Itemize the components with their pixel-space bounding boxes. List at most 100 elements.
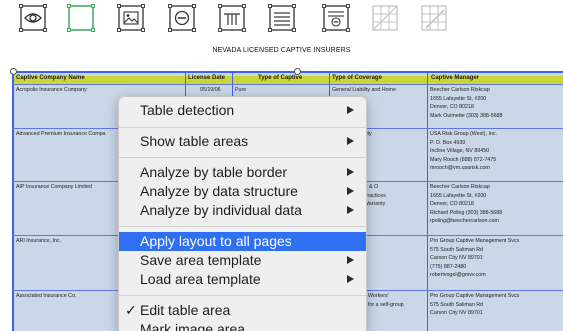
- coverage-cell: General Liability and Home: [332, 87, 396, 93]
- eye-tool-button[interactable]: [16, 1, 50, 35]
- no-entry-tool-button[interactable]: [165, 1, 199, 35]
- manager-line: Pro Group Captive Management Svcs: [430, 238, 520, 244]
- toolbar: [0, 0, 563, 36]
- manager-line: mrooch@vm.usarisk.com: [430, 165, 490, 172]
- manager-line: Richard Poling (303) 388-5688: [430, 209, 503, 216]
- menu-separator: [119, 157, 366, 158]
- manager-line: Mark Ouimette (303) 388-5688: [430, 112, 503, 119]
- manager-line: Carson City NV 89701: [430, 255, 483, 262]
- menu-item-label: Table detection: [140, 102, 235, 118]
- menu-item-analyze-by-individual-data[interactable]: Analyze by individual data: [119, 201, 366, 220]
- manager-cell: USA Risk Group (West), Inc. P. O. Box 49…: [430, 130, 497, 173]
- menu-separator: [119, 226, 366, 227]
- menu-item-save-area-template[interactable]: Save area template: [119, 251, 366, 270]
- license-date-cell: 05/19/06: [200, 87, 221, 93]
- rows-icon: [268, 4, 296, 32]
- document-title: NEVADA LICENSED CAPTIVE INSURERS: [212, 47, 351, 54]
- manager-cell: Beecher Carlson Riskcap 1655 Lafayette S…: [430, 86, 502, 120]
- menu-item-label: Show table areas: [140, 133, 249, 149]
- submenu-arrow-icon: [347, 106, 354, 114]
- menu-item-label: Apply layout to all pages: [140, 233, 292, 249]
- coverage-line: Warranty: [364, 201, 386, 208]
- manager-line: robertvogel@gmvv.com: [430, 272, 486, 279]
- manager-line: P. O. Box 4939: [430, 139, 466, 146]
- table-area-left-border: [12, 71, 14, 331]
- menu-item-apply-layout-to-all-pages[interactable]: Apply layout to all pages: [119, 232, 366, 251]
- manager-line: Beecher Carlson Riskcap: [430, 184, 490, 190]
- company-cell: ARI Insurance, Inc.: [16, 238, 62, 244]
- menu-item-load-area-template[interactable]: Load area template: [119, 270, 366, 289]
- column-header: Captive Company Name: [16, 75, 85, 81]
- submenu-arrow-icon: [347, 256, 354, 264]
- coverage-line: E & O: [364, 184, 379, 190]
- coverage-line: Workers': [368, 293, 389, 299]
- eye-icon: [19, 4, 47, 32]
- manager-line: Denver, CO 80218: [430, 104, 474, 111]
- column-header: Type of Captive: [258, 75, 303, 81]
- remove-tool-button[interactable]: [319, 1, 353, 35]
- menu-item-label: Load area template: [140, 271, 261, 287]
- menu-item-show-table-areas[interactable]: Show table areas: [119, 132, 366, 151]
- table-area-handle-top[interactable]: [294, 68, 301, 75]
- captive-type-cell: Pure: [235, 87, 247, 93]
- select-area-tool-button[interactable]: [64, 1, 98, 35]
- columns-icon: [218, 4, 246, 32]
- table-area-handle-left[interactable]: [10, 68, 17, 75]
- no-entry-icon: [168, 4, 196, 32]
- column-header: Captive Manager: [431, 75, 480, 81]
- manager-cell: Pro Group Captive Management Svcs 575 So…: [430, 237, 519, 280]
- column-header: License Date: [188, 75, 226, 81]
- menu-item-label: Analyze by table border: [140, 164, 288, 180]
- image-tool-button[interactable]: [114, 1, 148, 35]
- image-icon: [117, 4, 145, 32]
- menu-separator: [119, 127, 366, 128]
- manager-line: Denver, CO 80218: [430, 201, 474, 208]
- manager-line: 575 South Saliman Rd: [430, 246, 484, 253]
- manager-line: Mary Rooch (888) 872-7475: [430, 156, 497, 163]
- menu-item-edit-table-area[interactable]: ✓ Edit table area: [119, 301, 366, 320]
- company-cell: Advanced Premium Insurance Compa: [16, 131, 106, 137]
- company-cell: Acropolis Insurance Company: [16, 87, 87, 93]
- manager-line: 1655 Lafayette St, #200: [430, 95, 487, 102]
- submenu-arrow-icon: [347, 206, 354, 214]
- coverage-cell: Workers' for a self-group: [368, 292, 404, 309]
- context-menu: Table detection Show table areas Analyze…: [118, 96, 367, 331]
- grid-tool-button[interactable]: [368, 1, 402, 35]
- menu-item-analyze-by-data-structure[interactable]: Analyze by data structure: [119, 182, 366, 201]
- grid-edit-tool-button[interactable]: [417, 1, 451, 35]
- table-area-top-border: [12, 71, 563, 73]
- column-divider: [427, 73, 428, 331]
- menu-item-mark-image-area[interactable]: Mark image area: [119, 320, 366, 331]
- manager-line: 1655 Lafayette St, #200: [430, 192, 487, 199]
- columns-tool-button[interactable]: [215, 1, 249, 35]
- manager-line: USA Risk Group (West), Inc.: [430, 131, 498, 137]
- row-divider: [12, 84, 563, 85]
- menu-item-label: Edit table area: [140, 302, 231, 318]
- menu-item-label: Save area template: [140, 252, 262, 268]
- select-area-icon: [67, 4, 95, 32]
- grid-edit-icon: [421, 5, 447, 31]
- submenu-arrow-icon: [347, 168, 354, 176]
- column-header: Type of Coverage: [332, 75, 382, 81]
- manager-line: rpoling@beechercarlson.com: [430, 218, 499, 225]
- menu-item-analyze-by-table-border[interactable]: Analyze by table border: [119, 163, 366, 182]
- company-cell: AIP Insurance Company Limited: [16, 184, 92, 190]
- manager-cell: Pro Group Captive Management Svcs 575 So…: [430, 292, 519, 318]
- coverage-line: Practices: [364, 192, 386, 199]
- rows-tool-button[interactable]: [265, 1, 299, 35]
- submenu-arrow-icon: [347, 275, 354, 283]
- menu-item-label: Mark image area: [140, 321, 246, 331]
- manager-line: (775) 887-2480: [430, 263, 467, 270]
- grid-icon: [372, 5, 398, 31]
- menu-item-label: Analyze by data structure: [140, 183, 298, 199]
- manager-line: Incline Village, NV 89450: [430, 148, 490, 155]
- coverage-cell: E & O Practices Warranty: [364, 183, 386, 209]
- manager-line: 575 South Saliman Rd: [430, 301, 484, 308]
- coverage-line: for a self-group: [368, 301, 404, 308]
- menu-item-table-detection[interactable]: Table detection: [119, 101, 366, 120]
- menu-separator: [119, 295, 366, 296]
- company-cell: Associated Insurance Co.: [16, 293, 77, 299]
- menu-item-label: Analyze by individual data: [140, 202, 302, 218]
- submenu-arrow-icon: [347, 137, 354, 145]
- manager-line: Pro Group Captive Management Svcs: [430, 293, 520, 299]
